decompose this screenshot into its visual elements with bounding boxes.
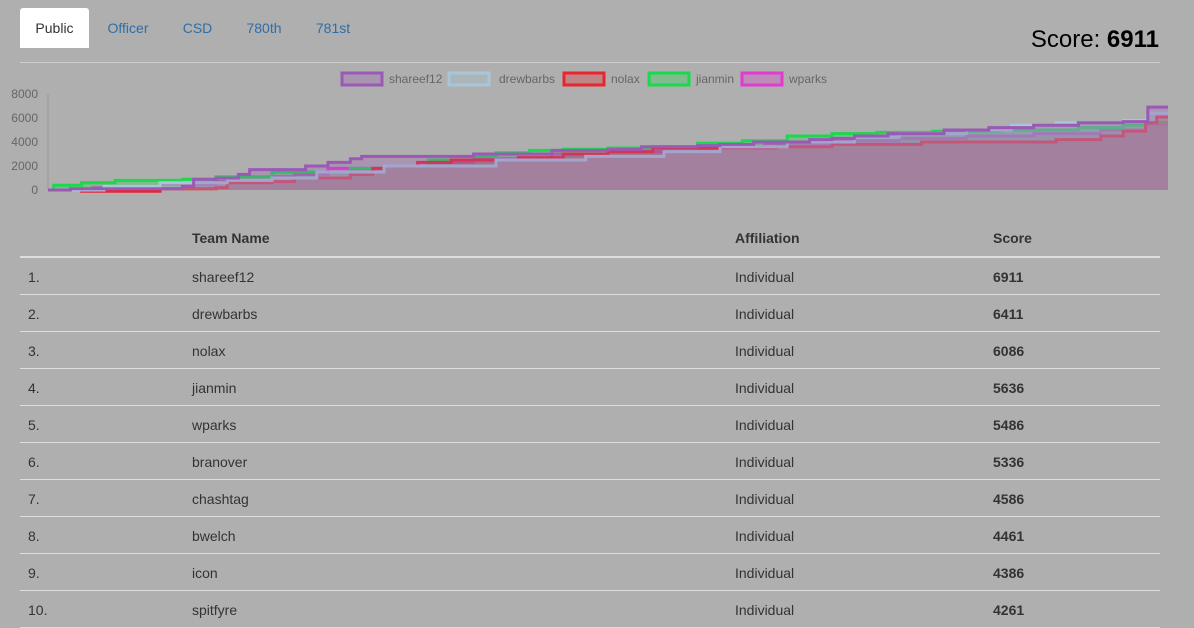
tab-781st[interactable]: 781st [303, 8, 363, 48]
legend-label: jianmin [695, 72, 734, 86]
legend-swatch [340, 71, 384, 87]
score-cell: 6086 [993, 343, 1025, 359]
team-name-cell: chashtag [192, 491, 249, 507]
affiliation-cell: Individual [735, 380, 795, 396]
affiliation-cell: Individual [735, 454, 795, 470]
team-name-cell: shareef12 [192, 269, 255, 285]
rank-cell: 9. [28, 565, 40, 581]
score-history-chart: 8000 6000 4000 2000 0 shareef12 drewbarbs nolax… [11, 71, 1168, 194]
table-row: 1. shareef12 Individual 6911 [20, 258, 1160, 295]
header-team-name: Team Name [192, 230, 270, 246]
y-tick-label: 0 [31, 183, 38, 194]
table-row: 7. chashtag Individual 4586 [20, 480, 1160, 517]
legend-swatch [562, 71, 606, 87]
score-cell: 5636 [993, 380, 1025, 396]
team-name-cell: branover [192, 454, 248, 470]
tab-780th[interactable]: 780th [234, 8, 294, 48]
y-tick-label: 8000 [11, 87, 38, 101]
table-row: 5. wparks Individual 5486 [20, 406, 1160, 443]
score-value: 6911 [1106, 26, 1159, 53]
score-cell: 6911 [993, 269, 1024, 285]
tab-officer[interactable]: Officer [98, 8, 158, 48]
team-name-cell: drewbarbs [192, 306, 258, 322]
y-tick-label: 4000 [11, 135, 38, 149]
header-score: Score [993, 230, 1032, 246]
rank-cell: 2. [28, 306, 40, 322]
legend-swatch [647, 71, 691, 87]
table-body: 1. shareef12 Individual 6911 2. drewbarbs Indi… [20, 258, 1160, 628]
table-row: 6. branover Individual 5336 [20, 443, 1160, 480]
legend-swatch [740, 71, 784, 87]
table-row: 2. drewbarbs Individual 6411 [20, 295, 1160, 332]
divider [20, 62, 1160, 63]
y-tick-label: 2000 [11, 159, 38, 173]
rank-cell: 6. [28, 454, 40, 470]
table-row: 3. nolax Individual 6086 [20, 332, 1160, 369]
legend-swatch [447, 71, 491, 87]
rank-cell: 4. [28, 380, 40, 396]
team-name-cell: jianmin [192, 380, 237, 396]
affiliation-cell: Individual [735, 269, 795, 285]
table-header: Team Name Affiliation Score [20, 222, 1160, 258]
legend-label: nolax [611, 72, 640, 86]
rank-cell: 3. [28, 343, 40, 359]
tab-public[interactable]: Public [20, 8, 89, 48]
team-name-cell: nolax [192, 343, 226, 359]
y-tick-label: 6000 [11, 111, 38, 125]
table-row: 10. spitfyre Individual 4261 [20, 591, 1160, 628]
tab-csd[interactable]: CSD [170, 8, 225, 48]
table-row: 4. jianmin Individual 5636 [20, 369, 1160, 406]
affiliation-cell: Individual [735, 565, 795, 581]
affiliation-cell: Individual [735, 343, 795, 359]
scoreboard-table: Team Name Affiliation Score 1. shareef12 I… [20, 222, 1160, 628]
score-cell: 4461 [993, 528, 1025, 544]
header-affiliation: Affiliation [735, 230, 800, 246]
score-cell: 6411 [993, 306, 1024, 322]
affiliation-cell: Individual [735, 602, 795, 618]
score-cell: 5486 [993, 417, 1025, 433]
rank-cell: 10. [28, 602, 48, 618]
team-name-cell: spitfyre [192, 602, 238, 618]
legend-label: wparks [788, 72, 827, 86]
legend-label: drewbarbs [499, 72, 555, 86]
rank-cell: 1. [28, 269, 40, 285]
team-name-cell: icon [192, 565, 218, 581]
table-row: 8. bwelch Individual 4461 [20, 517, 1160, 554]
affiliation-cell: Individual [735, 528, 795, 544]
score-cell: 4261 [993, 602, 1025, 618]
team-name-cell: bwelch [192, 528, 236, 544]
score-cell: 5336 [993, 454, 1025, 470]
rank-cell: 8. [28, 528, 40, 544]
affiliation-cell: Individual [735, 417, 795, 433]
legend-label: shareef12 [389, 72, 443, 86]
score-cell: 4386 [993, 565, 1025, 581]
team-name-cell: wparks [192, 417, 237, 433]
affiliation-cell: Individual [735, 306, 795, 322]
rank-cell: 5. [28, 417, 40, 433]
rank-cell: 7. [28, 491, 40, 507]
affiliation-cell: Individual [735, 491, 795, 507]
score-cell: 4586 [993, 491, 1025, 507]
score-label: Score: [1030, 26, 1107, 53]
table-row: 9. icon Individual 4386 [20, 554, 1160, 591]
total-score: Score: 6911 [1031, 26, 1159, 54]
